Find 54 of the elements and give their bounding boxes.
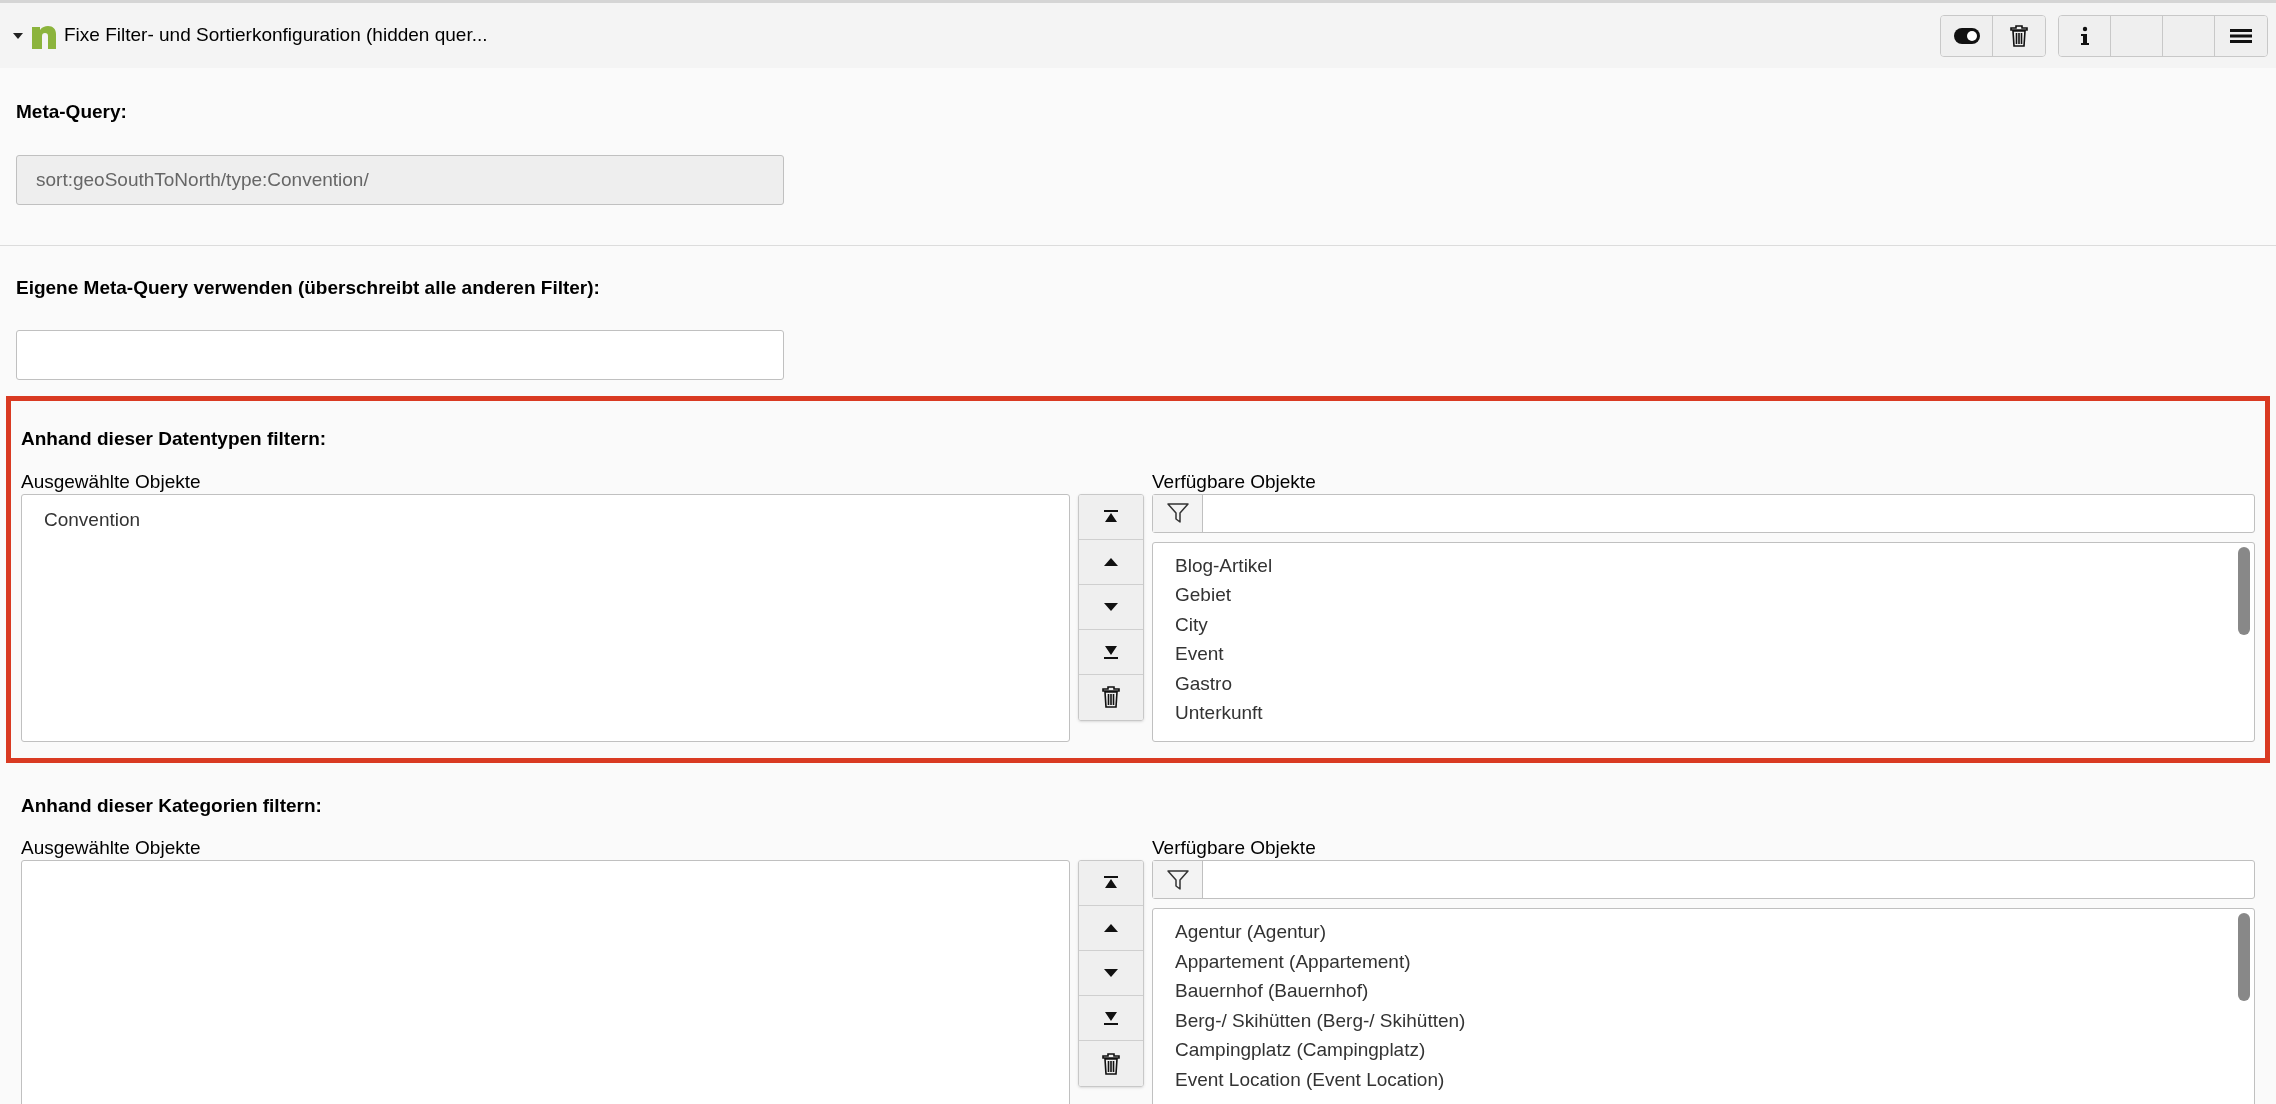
menu-button[interactable] bbox=[2215, 15, 2267, 56]
move-up-icon bbox=[1103, 556, 1119, 567]
scrollbar-thumb[interactable] bbox=[2238, 913, 2250, 1001]
list-label: Verfügbare Objekte bbox=[1152, 469, 1317, 494]
list-item[interactable]: Campingplatz (Campingplatz) bbox=[1175, 1035, 2254, 1065]
move-button[interactable] bbox=[1079, 494, 1143, 540]
list-item[interactable]: Blog-Artikel bbox=[1175, 550, 2254, 580]
info-button[interactable] bbox=[2059, 15, 2111, 56]
list-item[interactable]: Event bbox=[1175, 639, 2254, 669]
list-item[interactable]: Event Location (Event Location) bbox=[1175, 1064, 2254, 1094]
move-button[interactable] bbox=[1079, 861, 1143, 906]
move-down-icon bbox=[1103, 968, 1119, 978]
trash-icon bbox=[1102, 686, 1120, 708]
filter-field[interactable] bbox=[1152, 493, 2255, 533]
record-title: Fixe Filter- und Sortierkonfiguration (hidden quer... bbox=[64, 23, 488, 48]
move-down-icon bbox=[1103, 601, 1119, 612]
move-button[interactable] bbox=[1079, 1041, 1143, 1086]
section-heading: Anhand dieser Datentypen filtern: bbox=[21, 427, 328, 451]
list-item[interactable]: Gastro bbox=[1175, 668, 2254, 698]
list-item[interactable]: Gebiet bbox=[1175, 580, 2254, 610]
list-item[interactable]: Agentur (Agentur) bbox=[1175, 917, 2254, 947]
menu-icon bbox=[2230, 28, 2252, 43]
toggle-icon bbox=[1953, 27, 1980, 44]
move-up-icon bbox=[1103, 923, 1119, 933]
list-item[interactable]: Appartement (Appartement) bbox=[1175, 946, 2254, 976]
list-item[interactable]: City bbox=[1175, 609, 2254, 639]
list-item[interactable]: Bauernhof (Bauernhof) bbox=[1175, 976, 2254, 1006]
section-heading: Anhand dieser Kategorien filtern: bbox=[21, 793, 323, 818]
field-label: Meta-Query: bbox=[16, 100, 128, 124]
move-button[interactable] bbox=[1079, 674, 1143, 720]
info-icon bbox=[2079, 25, 2090, 46]
field-label: Eigene Meta-Query verwenden (überschreibt alle anderen Filter): bbox=[16, 275, 601, 300]
list-item[interactable]: Berg-/ Skihütten (Berg-/ Skihütten) bbox=[1175, 1005, 2254, 1035]
trash-icon bbox=[2010, 24, 2028, 47]
available-list[interactable]: Blog-Artikel Gebiet City Event Gastro Unterkunft bbox=[1152, 541, 2255, 742]
move-button[interactable] bbox=[1079, 996, 1143, 1041]
filter-field[interactable] bbox=[1152, 860, 2255, 899]
caret-icon[interactable] bbox=[12, 31, 24, 40]
list-label: Verfügbare Objekte bbox=[1152, 836, 1317, 860]
list-item[interactable]: Unterkunft bbox=[1175, 698, 2254, 728]
list-label: Ausgewählte Objekte bbox=[21, 836, 202, 860]
filter-icon bbox=[1165, 501, 1190, 525]
selected-list[interactable]: Convention bbox=[21, 493, 1070, 742]
list-item[interactable]: Convention bbox=[44, 504, 1047, 534]
toggle-button[interactable] bbox=[1941, 15, 1993, 56]
move-button[interactable] bbox=[1079, 629, 1143, 675]
custom-query-field[interactable] bbox=[16, 330, 784, 380]
available-list[interactable]: Agentur (Agentur) Appartement (Appartement) Bauernhof (Bauernhof) Berg-/ Skihütten (Berg-/ Skihütten) Campingplatz (Campingplatz) Event Location (Event Location) bbox=[1152, 908, 2255, 1104]
filter-icon bbox=[1165, 867, 1190, 892]
scrollbar-thumb[interactable] bbox=[2238, 546, 2250, 635]
list-label: Ausgewählte Objekte bbox=[21, 469, 202, 494]
delete-button[interactable] bbox=[1993, 15, 2045, 56]
move-bottom-icon bbox=[1102, 1009, 1120, 1027]
trash-icon bbox=[1102, 1052, 1120, 1075]
